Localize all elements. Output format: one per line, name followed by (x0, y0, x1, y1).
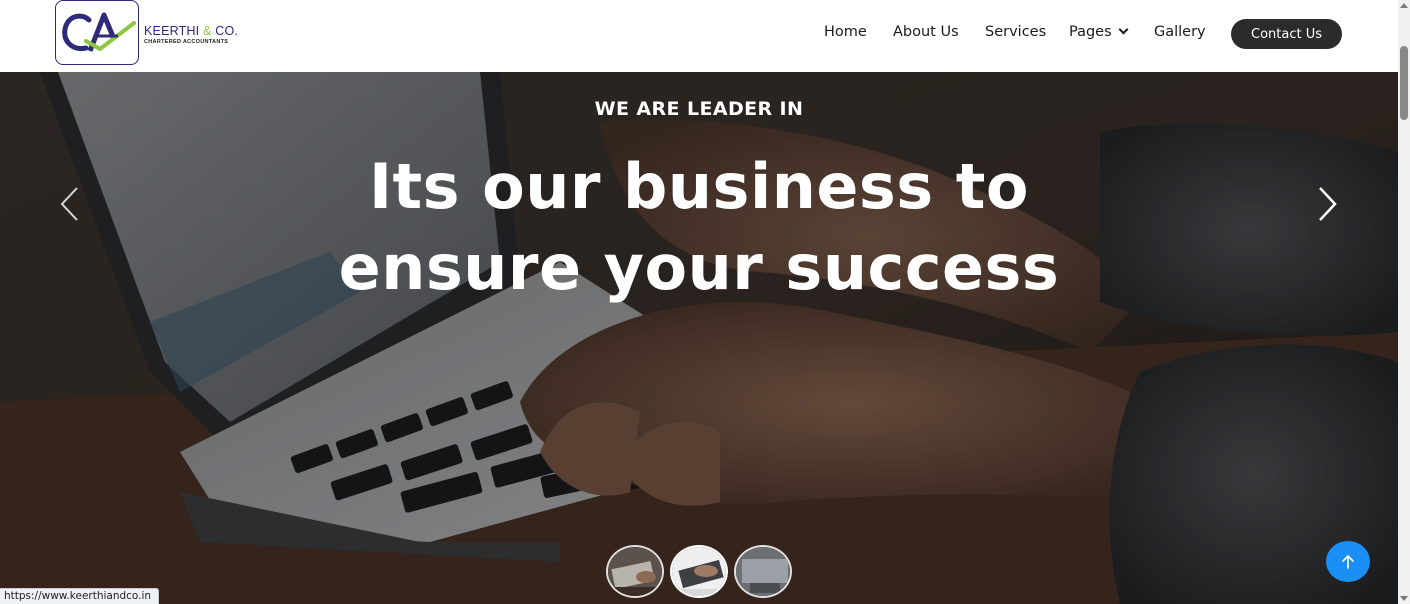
slide-thumbnail-3[interactable] (734, 545, 792, 598)
slide-thumbnail-image (608, 547, 662, 596)
hero-slider: WE ARE LEADER IN Its our business to ens… (0, 72, 1398, 604)
nav-pages[interactable]: Pages (1069, 24, 1129, 40)
slider-next-button[interactable] (1313, 184, 1343, 224)
brand-subtitle: CHARTERED ACCOUNTANTS (144, 39, 229, 45)
chevron-right-icon (1319, 187, 1337, 221)
slider-thumbnails (606, 545, 792, 598)
ca-logo-icon (62, 12, 136, 52)
scrollbar-thumb[interactable] (1400, 46, 1408, 120)
site-header: KEERTHI & CO. CHARTERED ACCOUNTANTS Home… (0, 0, 1398, 72)
site-logo[interactable] (55, 0, 139, 65)
arrow-up-icon (1342, 554, 1354, 569)
hero-kicker: WE ARE LEADER IN (594, 98, 804, 120)
brand-name: KEERTHI & CO. (144, 24, 239, 38)
scroll-up-arrow-icon[interactable] (1400, 3, 1408, 8)
slider-prev-button[interactable] (56, 184, 86, 224)
nav-home[interactable]: Home (824, 24, 867, 40)
scroll-to-top-button[interactable] (1326, 541, 1370, 582)
hero-headline: Its our business to ensure your success (0, 146, 1398, 308)
status-bar-url: https://www.keerthiandco.in (0, 588, 160, 604)
slide-thumbnail-2[interactable] (670, 545, 728, 598)
brand-name-block[interactable]: KEERTHI & CO. CHARTERED ACCOUNTANTS (144, 24, 238, 45)
nav-pages-label: Pages (1069, 24, 1112, 40)
chevron-down-icon (1118, 24, 1129, 35)
page-scrollbar[interactable] (1398, 0, 1410, 604)
slide-thumbnail-image (672, 547, 726, 596)
slide-thumbnail-image (736, 547, 790, 596)
nav-about-us[interactable]: About Us (893, 24, 959, 40)
slide-thumbnail-1[interactable] (606, 545, 664, 598)
hero-headline-line-1: Its our business to (368, 150, 1030, 223)
hero-headline-line-2: ensure your success (338, 231, 1060, 304)
scroll-down-arrow-icon[interactable] (1400, 596, 1408, 601)
chevron-left-icon (60, 187, 78, 221)
nav-services[interactable]: Services (985, 24, 1046, 40)
contact-us-button[interactable]: Contact Us (1231, 19, 1342, 49)
nav-gallery[interactable]: Gallery (1154, 24, 1206, 40)
